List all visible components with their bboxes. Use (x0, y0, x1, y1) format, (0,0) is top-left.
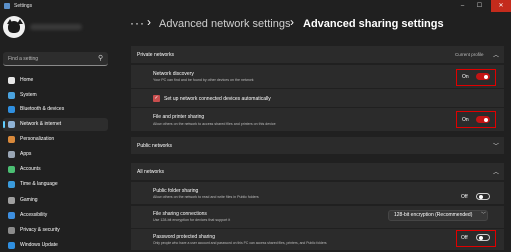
minimize-button[interactable]: – (454, 0, 471, 12)
sidebar-item-label: Windows Update (20, 242, 58, 248)
network-discovery-toggle[interactable] (476, 73, 490, 80)
file-printer-sharing-row: File and printer sharing Allow others on… (131, 108, 504, 131)
maximize-button[interactable]: ☐ (471, 0, 488, 12)
network-discovery-row: Network discovery Your PC can find and b… (131, 65, 504, 88)
selection-indicator (3, 121, 5, 128)
sidebar-item-label: Accounts (20, 166, 41, 172)
sidebar-item[interactable]: Gaming (3, 194, 108, 207)
setting-title: Public folder sharing (153, 188, 199, 194)
section-label: All networks (137, 169, 164, 175)
accounts-icon (8, 166, 15, 173)
sidebar-item[interactable]: Network & internet (3, 118, 108, 131)
home-icon (8, 77, 15, 84)
setting-title: Network discovery (153, 71, 194, 77)
toggle-state-label: Off (461, 235, 468, 241)
current-profile-badge: Current profile (455, 52, 484, 57)
setting-title: Password protected sharing (153, 234, 215, 240)
sidebar-item[interactable]: Accounts (3, 163, 108, 176)
breadcrumb-more[interactable]: ··· (130, 16, 145, 30)
checkbox-label: Set up network connected devices automat… (164, 96, 271, 102)
avatar[interactable] (3, 16, 25, 38)
sidebar-item[interactable]: Windows Update (3, 239, 108, 252)
setting-description: Use 128-bit encryption for devices that … (153, 218, 231, 222)
private-networks-header[interactable]: Private networks Current profile ︿ (131, 46, 504, 63)
sidebar-item-label: Personalization (20, 136, 55, 142)
search-input[interactable]: Find a setting (8, 56, 38, 62)
settings-app-icon (4, 3, 10, 9)
chevron-up-icon[interactable]: ︿ (493, 167, 499, 176)
chevron-down-icon: ﹀ (481, 212, 487, 218)
sidebar-item-label: Apps (20, 151, 32, 157)
toggle-state-label: On (462, 74, 469, 80)
setting-title: File sharing connections (153, 211, 207, 217)
avatar-face (8, 21, 20, 33)
bluetooth-icon (8, 106, 15, 113)
section-label: Private networks (137, 52, 174, 58)
all-networks-header[interactable]: All networks ︿ (131, 163, 504, 180)
time-language-icon (8, 181, 15, 188)
public-networks-header[interactable]: Public networks ﹀ (131, 137, 504, 154)
chevron-up-icon[interactable]: ︿ (493, 50, 499, 59)
system-icon (8, 92, 15, 99)
breadcrumb-separator: › (290, 15, 294, 29)
setting-description: Only people who have a user account and … (153, 241, 327, 245)
toggle-state-label: Off (461, 194, 468, 200)
chevron-down-icon[interactable]: ﹀ (493, 141, 499, 150)
search-icon[interactable]: ⚲ (98, 54, 103, 62)
sidebar-item[interactable]: Privacy & security (3, 224, 108, 237)
sidebar-item[interactable]: Bluetooth & devices (3, 103, 108, 116)
sidebar-item-label: Home (20, 77, 34, 83)
public-folder-sharing-toggle[interactable] (476, 193, 490, 200)
windows-update-icon (8, 242, 15, 249)
dropdown-value: 128-bit encryption (Recommended) (394, 212, 473, 218)
sidebar-item[interactable]: Time & language (3, 178, 108, 191)
app-title: Settings (14, 3, 33, 9)
sidebar-item-label: Time & language (20, 181, 58, 187)
sidebar-item-label: Accessibility (20, 212, 48, 218)
sidebar-item[interactable]: Home (3, 74, 108, 87)
password-protected-sharing-toggle[interactable] (476, 234, 490, 241)
breadcrumb-item[interactable]: Advanced network settings (159, 18, 290, 30)
sidebar-item[interactable]: Personalization (3, 133, 108, 146)
setting-title: File and printer sharing (153, 114, 205, 120)
network-icon (8, 121, 15, 128)
close-button[interactable]: ✕ (491, 0, 511, 12)
apps-icon (8, 151, 15, 158)
file-printer-sharing-toggle[interactable] (476, 116, 490, 123)
sidebar-item-label: Network & internet (20, 121, 62, 127)
user-name-redacted (30, 24, 82, 30)
sidebar-item-label: Privacy & security (20, 227, 60, 233)
setting-description: Your PC can find and be found by other d… (153, 78, 254, 82)
sidebar-item[interactable]: Accessibility (3, 209, 108, 222)
sidebar-item[interactable]: Apps (3, 148, 108, 161)
breadcrumb-separator: › (147, 15, 151, 29)
gaming-icon (8, 197, 15, 204)
privacy-icon (8, 227, 15, 234)
sidebar-item-label: Bluetooth & devices (20, 106, 65, 112)
public-folder-sharing-row: Public folder sharing Allow others on th… (131, 182, 504, 204)
page-title: Advanced sharing settings (303, 18, 444, 30)
sidebar-item[interactable]: System (3, 89, 108, 102)
setting-description: Allow others on the network to read and … (153, 195, 259, 199)
sidebar-item-label: Gaming (20, 197, 38, 203)
toggle-state-label: On (462, 117, 469, 123)
password-protected-sharing-row: Password protected sharing Only people w… (131, 229, 504, 250)
auto-setup-checkbox[interactable]: ✓ (153, 95, 160, 102)
section-label: Public networks (137, 143, 173, 149)
setting-description: Allow others on the network to access sh… (153, 122, 276, 126)
sidebar-item-label: System (20, 92, 37, 98)
accessibility-icon (8, 212, 15, 219)
personalization-icon (8, 136, 15, 143)
